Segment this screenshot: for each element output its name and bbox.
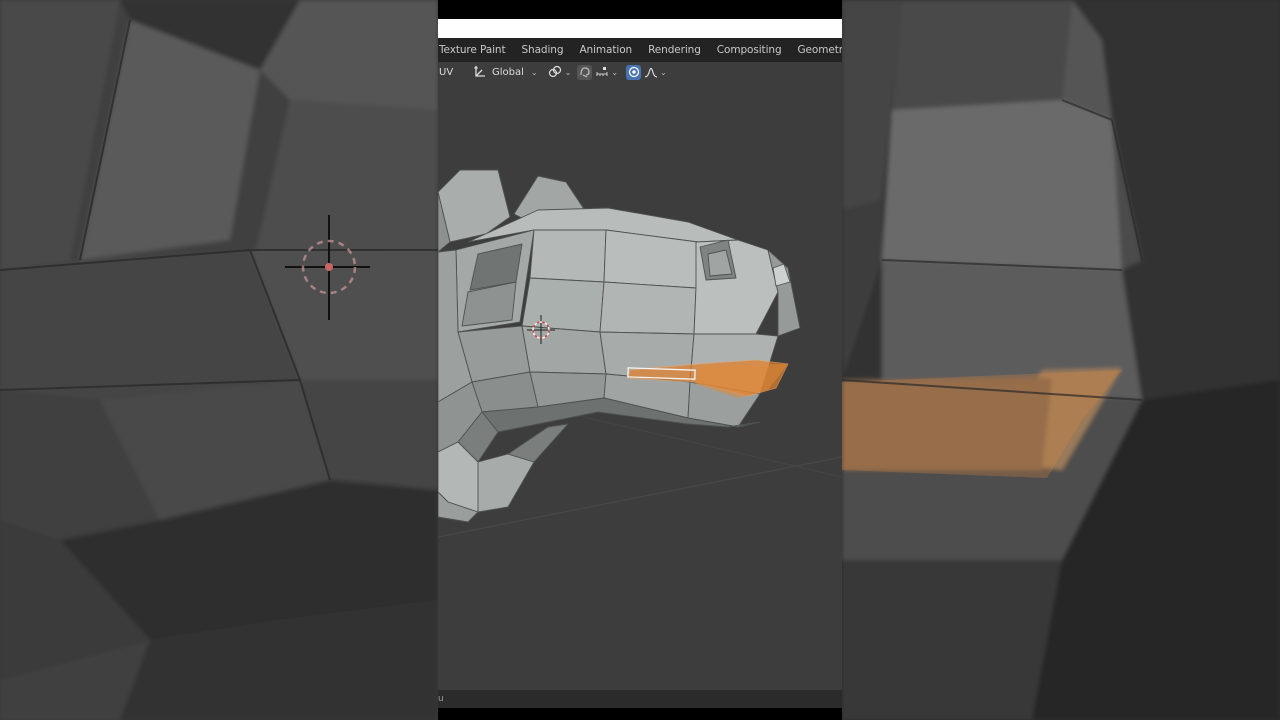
proportional-editing-toggle[interactable] [626,64,642,80]
orientation-label: Global [492,66,524,78]
snap-icon [577,64,593,80]
transform-orientation-icon [472,65,487,80]
chevron-down-icon: ⌄ [530,67,538,77]
chevron-down-icon: ⌄ [611,67,619,77]
viewport-header: UV Global ⌄ ⌄ ⌄ ⌄ [438,62,842,82]
tab-compositing[interactable]: Compositing [709,44,790,56]
pivot-link-icon [548,65,563,80]
tab-animation[interactable]: Animation [571,44,640,56]
workspace-tabs: Texture Paint Shading Animation Renderin… [438,38,842,62]
backdrop-right [842,0,1280,720]
snap-target-dropdown[interactable]: ⌄ [594,65,618,80]
transform-orientation-dropdown[interactable]: Global ⌄ [472,65,538,80]
chevron-down-icon: ⌄ [564,67,572,77]
falloff-dropdown[interactable]: ⌄ [643,65,667,80]
tab-shading[interactable]: Shading [513,44,571,56]
tab-texture-paint[interactable]: Texture Paint [438,44,513,56]
snap-toggle[interactable] [577,64,593,80]
blender-window: Texture Paint Shading Animation Renderin… [438,0,842,720]
title-bar [438,19,842,38]
status-bar: u [438,690,842,708]
status-text: u [438,694,444,704]
backdrop-left [0,0,438,720]
snap-target-icon [594,65,609,80]
pivot-point-dropdown[interactable]: ⌄ [548,65,572,80]
tab-rendering[interactable]: Rendering [640,44,709,56]
uv-menu[interactable]: UV [439,67,469,78]
top-letterbox [438,0,842,19]
bottom-letterbox [438,708,842,720]
chevron-down-icon: ⌄ [660,67,667,77]
3d-viewport[interactable] [438,82,842,690]
proportional-editing-icon [626,64,642,80]
tab-geometry-nodes[interactable]: Geometry Nodes [790,44,842,56]
falloff-curve-icon [643,65,658,80]
